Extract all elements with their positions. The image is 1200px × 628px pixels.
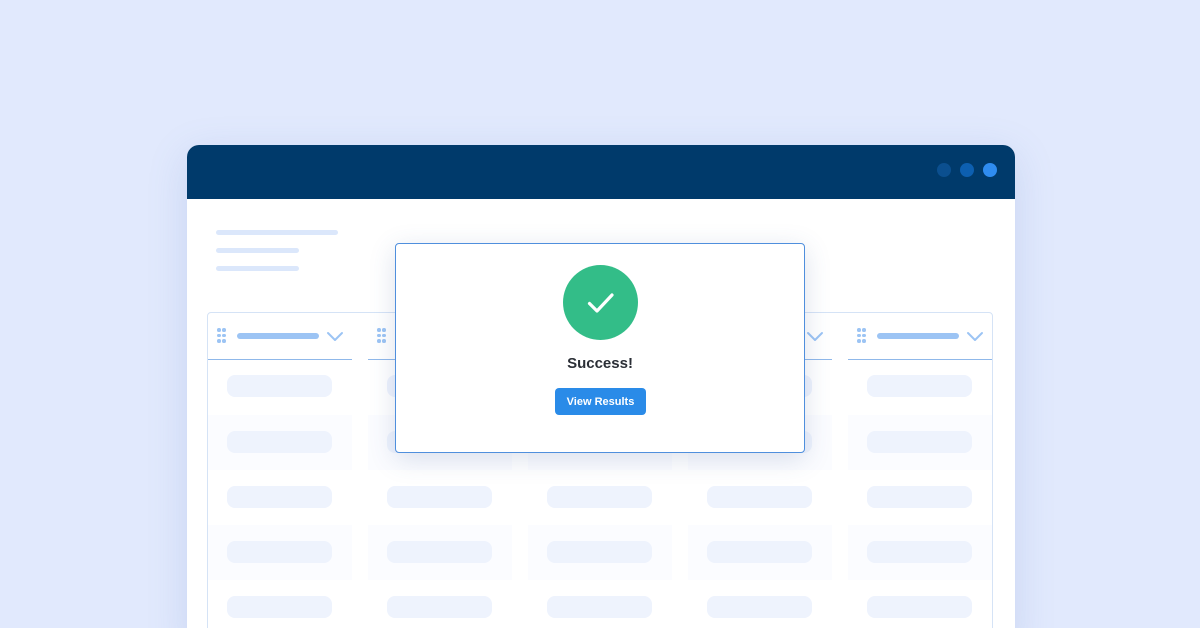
window-titlebar	[187, 145, 1015, 199]
table-cell-placeholder	[227, 596, 332, 618]
table-row[interactable]	[528, 580, 672, 628]
column-header[interactable]	[848, 313, 992, 360]
window-control-dot-icon[interactable]	[983, 163, 997, 177]
table-row[interactable]	[368, 580, 512, 628]
table-row[interactable]	[208, 360, 352, 415]
table-row[interactable]	[528, 525, 672, 580]
table-column	[208, 313, 352, 628]
table-row[interactable]	[688, 470, 832, 525]
table-cell-placeholder	[547, 541, 652, 563]
column-header-placeholder	[877, 333, 959, 339]
table-cell-placeholder	[227, 431, 332, 453]
table-row[interactable]	[208, 580, 352, 628]
table-cell-placeholder	[227, 486, 332, 508]
table-row[interactable]	[848, 470, 992, 525]
table-cell-placeholder	[387, 541, 492, 563]
drag-handle-icon[interactable]	[217, 328, 226, 343]
table-cell-placeholder	[707, 596, 812, 618]
table-row[interactable]	[208, 415, 352, 470]
placeholder-subtitle-line	[216, 266, 299, 271]
column-header-placeholder	[237, 333, 319, 339]
table-row[interactable]	[368, 470, 512, 525]
window-control-dot-icon[interactable]	[960, 163, 974, 177]
window-control-dot-icon[interactable]	[937, 163, 951, 177]
table-row[interactable]	[848, 525, 992, 580]
table-cell-placeholder	[707, 541, 812, 563]
table-row[interactable]	[848, 415, 992, 470]
table-row[interactable]	[688, 525, 832, 580]
table-row[interactable]	[848, 580, 992, 628]
view-results-button[interactable]: View Results	[555, 388, 646, 415]
table-row[interactable]	[368, 525, 512, 580]
table-cell-placeholder	[227, 375, 332, 397]
table-cell-placeholder	[867, 596, 972, 618]
chevron-down-icon[interactable]	[326, 329, 344, 343]
table-row[interactable]	[208, 525, 352, 580]
table-cell-placeholder	[547, 486, 652, 508]
success-checkmark-icon	[563, 265, 638, 340]
table-row[interactable]	[208, 470, 352, 525]
placeholder-subtitle-line	[216, 248, 299, 253]
table-cell-placeholder	[867, 431, 972, 453]
chevron-down-icon[interactable]	[806, 329, 824, 343]
table-cell-placeholder	[867, 375, 972, 397]
placeholder-title-line	[216, 230, 338, 235]
table-cell-placeholder	[547, 596, 652, 618]
table-cell-placeholder	[867, 486, 972, 508]
table-row[interactable]	[528, 470, 672, 525]
dialog-title: Success!	[567, 355, 633, 372]
chevron-down-icon[interactable]	[966, 329, 984, 343]
table-cell-placeholder	[707, 486, 812, 508]
table-cell-placeholder	[387, 486, 492, 508]
success-dialog: Success! View Results	[395, 243, 805, 453]
table-row[interactable]	[848, 360, 992, 415]
table-cell-placeholder	[867, 541, 972, 563]
table-column	[848, 313, 992, 628]
table-cell-placeholder	[387, 596, 492, 618]
table-cell-placeholder	[227, 541, 332, 563]
table-row[interactable]	[688, 580, 832, 628]
drag-handle-icon[interactable]	[857, 328, 866, 343]
drag-handle-icon[interactable]	[377, 328, 386, 343]
column-header[interactable]	[208, 313, 352, 360]
